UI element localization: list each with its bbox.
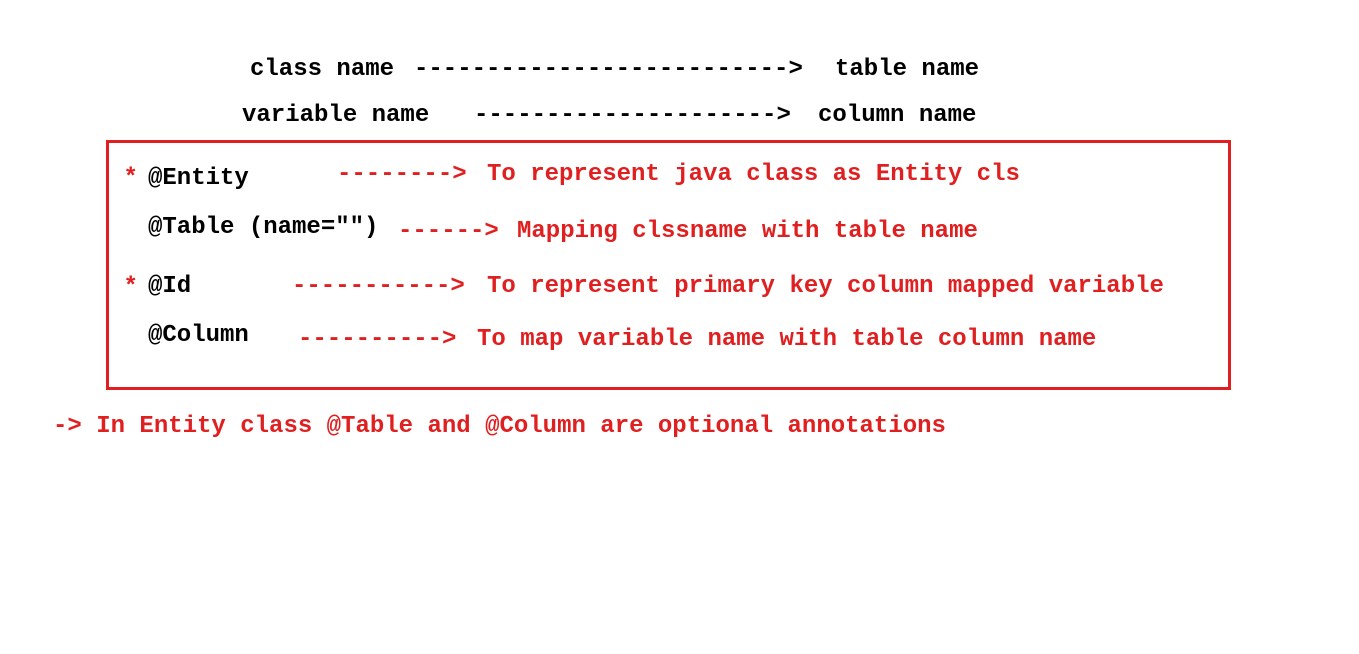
annotation-entity-description: To represent java class as Entity cls xyxy=(487,161,1020,188)
annotation-entity-arrow: --------> xyxy=(337,161,467,188)
optional-annotations-note: -> In Entity class @Table and @Column ar… xyxy=(53,413,946,440)
mapping-column-name: column name xyxy=(818,102,977,129)
annotation-id-description: To represent primary key column mapped v… xyxy=(487,273,1164,300)
mapping-variable-name: variable name xyxy=(242,102,430,129)
mapping-class-arrow: --------------------------> xyxy=(414,56,803,83)
annotation-table-arrow: ------> xyxy=(398,218,499,245)
annotation-column: @Column xyxy=(148,322,249,349)
annotation-id: @Id xyxy=(148,273,192,300)
mapping-table-name: table name xyxy=(835,56,980,83)
annotation-id-arrow: -----------> xyxy=(292,273,465,300)
mapping-variable-arrow: ---------------------> xyxy=(474,102,791,129)
mapping-class-name: class name xyxy=(250,56,395,83)
required-star-id: * xyxy=(126,271,136,298)
annotation-table-description: Mapping clssname with table name xyxy=(517,218,978,245)
annotation-entity: @Entity xyxy=(148,165,249,192)
annotation-table: @Table (name="") xyxy=(148,214,379,241)
annotation-column-arrow: ----------> xyxy=(298,326,457,353)
annotation-column-description: To map variable name with table column n… xyxy=(477,326,1097,353)
required-star-entity: * xyxy=(126,162,136,189)
